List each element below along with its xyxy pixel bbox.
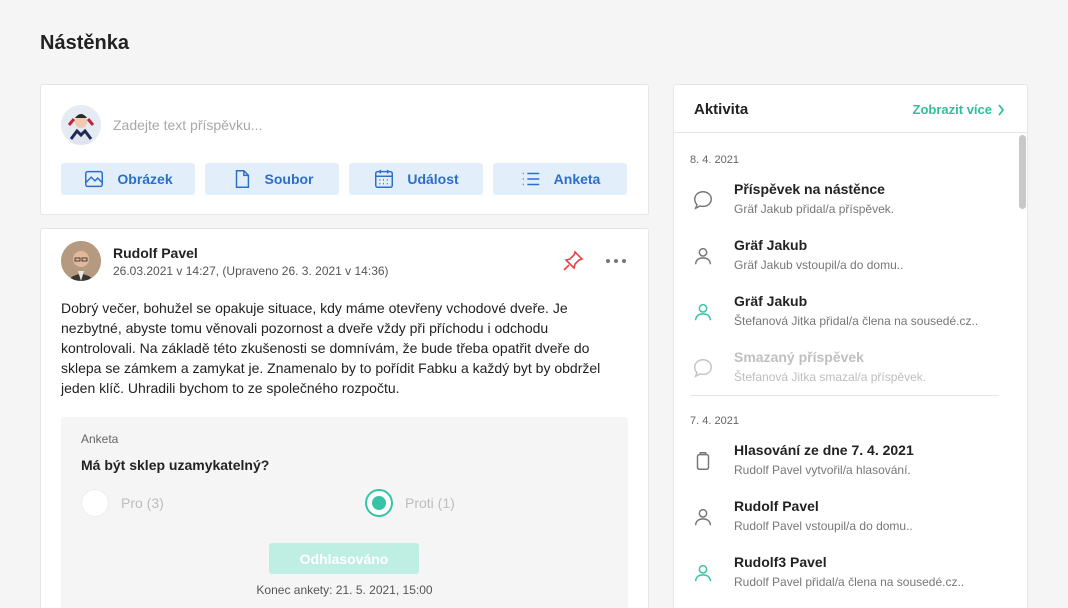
- activity-date: 8. 4. 2021: [690, 154, 739, 166]
- activity-item-title: Gräf Jakub: [734, 237, 808, 253]
- activity-item-title: Příspěvek na nástěnce: [734, 181, 885, 197]
- activity-panel: Aktivita Zobrazit více 8. 4. 2021 Příspě…: [673, 84, 1028, 608]
- activity-item[interactable]: Gräf Jakub Štefanová Jitka přidal/a člen…: [690, 293, 1010, 333]
- user-icon: [692, 245, 714, 267]
- activity-item-subtitle: Gräf Jakub vstoupil/a do domu..: [734, 258, 904, 272]
- add-event-button[interactable]: Událost: [349, 163, 483, 195]
- user-avatar: [61, 105, 101, 145]
- poll-option-label: Pro (3): [121, 495, 164, 511]
- comment-icon: [692, 357, 714, 379]
- add-file-button[interactable]: Soubor: [205, 163, 339, 195]
- add-event-label: Událost: [407, 171, 459, 187]
- list-icon: [522, 172, 539, 186]
- clipboard-icon: [692, 450, 714, 472]
- add-file-label: Soubor: [264, 171, 314, 187]
- poll-end-date: Konec ankety: 21. 5. 2021, 15:00: [256, 583, 433, 597]
- activity-item[interactable]: Rudolf Pavel Rudolf Pavel vstoupil/a do …: [690, 498, 1010, 538]
- activity-item-subtitle: Gräf Jakub přidal/a příspěvek.: [734, 202, 895, 216]
- activity-item-subtitle: Štefanová Jitka smazal/a příspěvek.: [734, 370, 927, 384]
- add-poll-label: Anketa: [553, 171, 601, 187]
- activity-item[interactable]: Rudolf3 Pavel Rudolf Pavel přidal/a člen…: [690, 554, 1010, 594]
- user-icon: [692, 506, 714, 528]
- add-image-button[interactable]: Obrázek: [61, 163, 195, 195]
- activity-item-subtitle: Rudolf Pavel vytvořil/a hlasování.: [734, 463, 911, 477]
- author-avatar: [61, 241, 101, 281]
- activity-item-title: Rudolf3 Pavel: [734, 554, 827, 570]
- activity-scrollbar[interactable]: [1019, 135, 1026, 209]
- page-title: Nástěnka: [40, 32, 129, 54]
- activity-title: Aktivita: [694, 101, 749, 118]
- post-body: Dobrý večer, bohužel se opakuje situace,…: [61, 300, 601, 396]
- activity-item-title: Rudolf Pavel: [734, 498, 819, 514]
- chevron-right-icon: [998, 103, 1005, 116]
- image-icon: [85, 170, 104, 188]
- pin-icon[interactable]: [561, 249, 585, 273]
- post-composer: Zadejte text příspěvku... Obrázek Soubor…: [40, 84, 649, 215]
- user-add-icon: [692, 562, 714, 584]
- poll-option-label: Proti (1): [405, 495, 455, 511]
- radio-checked[interactable]: [365, 489, 393, 517]
- activity-item-title: Hlasování ze dne 7. 4. 2021: [734, 442, 914, 458]
- poll: Anketa Má být sklep uzamykatelný? Pro (3…: [61, 417, 628, 608]
- activity-item[interactable]: Smazaný příspěvek Štefanová Jitka smazal…: [690, 349, 1010, 389]
- more-options-icon[interactable]: [601, 251, 631, 271]
- activity-item-title: Gräf Jakub: [734, 293, 808, 309]
- show-more-link[interactable]: Zobrazit více: [913, 102, 1005, 117]
- divider: [690, 395, 999, 396]
- activity-item[interactable]: Gräf Jakub Gräf Jakub vstoupil/a do domu…: [690, 237, 1010, 277]
- activity-item[interactable]: Hlasování ze dne 7. 4. 2021 Rudolf Pavel…: [690, 442, 1010, 482]
- poll-label: Anketa: [81, 432, 119, 446]
- radio-unchecked[interactable]: [81, 489, 109, 517]
- show-more-label: Zobrazit více: [912, 102, 992, 117]
- activity-item[interactable]: Příspěvek na nástěnce Gräf Jakub přidal/…: [690, 181, 1010, 221]
- calendar-icon: [375, 169, 394, 188]
- post-input[interactable]: Zadejte text příspěvku...: [113, 117, 262, 133]
- activity-item-subtitle: Rudolf Pavel přidal/a člena na sousedé.c…: [734, 575, 965, 589]
- activity-date: 7. 4. 2021: [690, 415, 739, 427]
- activity-item-title: Smazaný příspěvek: [734, 349, 864, 365]
- post-author[interactable]: Rudolf Pavel: [113, 245, 198, 261]
- poll-option-pro[interactable]: Pro (3): [81, 489, 164, 517]
- file-icon: [235, 170, 249, 188]
- poll-option-proti[interactable]: Proti (1): [365, 489, 455, 517]
- post-card: Rudolf Pavel 26.03.2021 v 14:27, (Uprave…: [40, 228, 649, 608]
- activity-item-subtitle: Rudolf Pavel vstoupil/a do domu..: [734, 519, 913, 533]
- add-image-label: Obrázek: [117, 171, 173, 187]
- activity-item-subtitle: Štefanová Jitka přidal/a člena na soused…: [734, 314, 979, 328]
- activity-header: Aktivita Zobrazit více: [674, 85, 1027, 133]
- user-add-icon: [692, 301, 714, 323]
- poll-question: Má být sklep uzamykatelný?: [81, 457, 270, 473]
- voted-button: Odhlasováno: [269, 543, 419, 574]
- comment-icon: [692, 189, 714, 211]
- add-poll-button[interactable]: Anketa: [493, 163, 627, 195]
- post-timestamp: 26.03.2021 v 14:27, (Upraveno 26. 3. 202…: [113, 264, 389, 278]
